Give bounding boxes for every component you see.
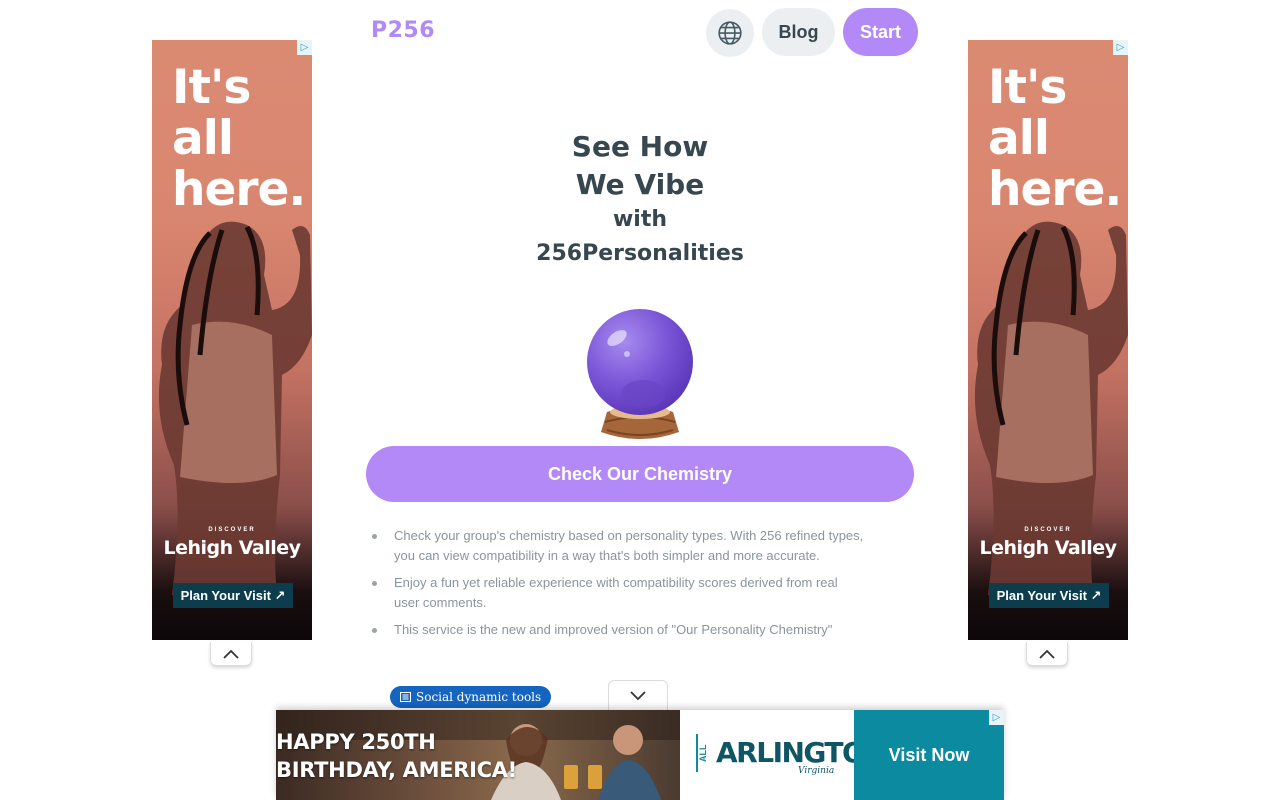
list-item: Check your group's chemistry based on pe… [366, 526, 866, 566]
ad-visit-now-button[interactable]: Visit Now [854, 710, 1004, 800]
feature-text: Check your group's chemistry based on pe… [394, 528, 864, 563]
newspaper-icon [400, 692, 411, 702]
list-item: Enjoy a fun yet reliable experience with… [366, 573, 866, 613]
ad-choices-icon[interactable]: ▷ [989, 710, 1004, 725]
right-side-ad[interactable]: ▷ It's all here. DISCOVER Lehigh Valley … [968, 40, 1128, 640]
start-button[interactable]: Start [843, 8, 918, 56]
right-ad-collapse-button[interactable] [1026, 642, 1068, 666]
blog-button[interactable]: Blog [762, 8, 835, 56]
ad-headline: HAPPY 250TH BIRTHDAY, AMERICA! [276, 730, 517, 782]
site-logo[interactable]: P256 [371, 18, 435, 43]
ad-headline: It's all here. [172, 60, 306, 217]
ad-plan-visit-button[interactable]: Plan Your Visit ↗ [173, 583, 293, 608]
tag-label: Social dynamic tools [416, 690, 542, 704]
bottom-ad-collapse-button[interactable] [608, 680, 668, 710]
language-button[interactable] [706, 9, 754, 57]
chevron-down-icon [630, 690, 646, 700]
check-chemistry-button[interactable]: Check Our Chemistry [366, 446, 914, 502]
feature-text: This service is the new and improved ver… [394, 622, 833, 637]
ad-plan-visit-button[interactable]: Plan Your Visit ↗ [989, 583, 1109, 608]
ad-logo-sub: Virginia [798, 766, 835, 776]
ad-discover-label: DISCOVER [208, 527, 256, 533]
ad-choices-icon[interactable]: ▷ [1113, 40, 1128, 55]
hero-title-line-3: with [612, 207, 668, 232]
social-dynamic-tools-tag[interactable]: Social dynamic tools [390, 686, 552, 708]
ad-headline: It's all here. [988, 60, 1122, 217]
ad-logo-prefix: ALL [696, 734, 710, 772]
ad-discover-label: DISCOVER [1024, 527, 1072, 533]
list-item: This service is the new and improved ver… [366, 620, 866, 640]
chevron-up-icon [1039, 649, 1055, 659]
ad-brand: Lehigh Valley [979, 537, 1117, 559]
crystal-ball-illustration [587, 309, 693, 439]
ad-choices-icon[interactable]: ▷ [297, 40, 312, 55]
left-side-ad[interactable]: ▷ It's all here. DISCOVER Lehigh Valley … [152, 40, 312, 640]
left-ad-collapse-button[interactable] [210, 642, 252, 666]
hero-title-line-1: See How [571, 130, 709, 163]
bottom-banner-ad[interactable]: HAPPY 250TH BIRTHDAY, AMERICA! ALL ARLIN… [276, 710, 1004, 800]
hero-title-line-4: 256Personalities [536, 241, 744, 266]
globe-icon [718, 21, 742, 45]
hero-title-line-2: We Vibe [575, 168, 705, 201]
chevron-up-icon [223, 649, 239, 659]
feature-text: Enjoy a fun yet reliable experience with… [394, 575, 838, 610]
feature-list: Check your group's chemistry based on pe… [366, 526, 866, 647]
ad-brand: Lehigh Valley [163, 537, 301, 559]
